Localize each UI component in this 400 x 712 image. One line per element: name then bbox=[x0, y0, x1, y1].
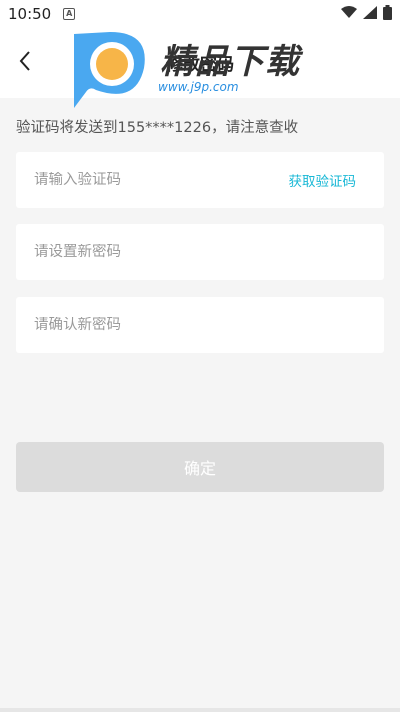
confirm-password-input[interactable] bbox=[34, 317, 366, 333]
signal-icon bbox=[363, 5, 377, 23]
watermark: 精品下载 www.j9p.com bbox=[70, 28, 330, 108]
notification-icon: A bbox=[63, 8, 76, 20]
status-icons bbox=[341, 4, 392, 24]
confirm-button[interactable]: 确定 bbox=[16, 442, 384, 492]
watermark-text: 精品下载 bbox=[160, 42, 300, 82]
verification-code-row: 获取验证码 bbox=[16, 152, 384, 208]
confirm-password-row bbox=[16, 297, 384, 353]
new-password-input[interactable] bbox=[34, 244, 366, 260]
status-bar: 10:50 A bbox=[0, 0, 400, 28]
navigation-bar bbox=[0, 708, 400, 712]
battery-icon bbox=[383, 4, 392, 24]
watermark-url: www.j9p.com bbox=[158, 80, 239, 94]
wifi-icon bbox=[341, 5, 357, 23]
verification-code-input[interactable] bbox=[34, 172, 289, 188]
get-code-button[interactable]: 获取验证码 bbox=[289, 170, 357, 190]
sms-notice: 验证码将发送到155****1226，请注意查收 bbox=[16, 120, 299, 136]
status-time: 10:50 bbox=[8, 5, 52, 23]
new-password-row bbox=[16, 224, 384, 280]
